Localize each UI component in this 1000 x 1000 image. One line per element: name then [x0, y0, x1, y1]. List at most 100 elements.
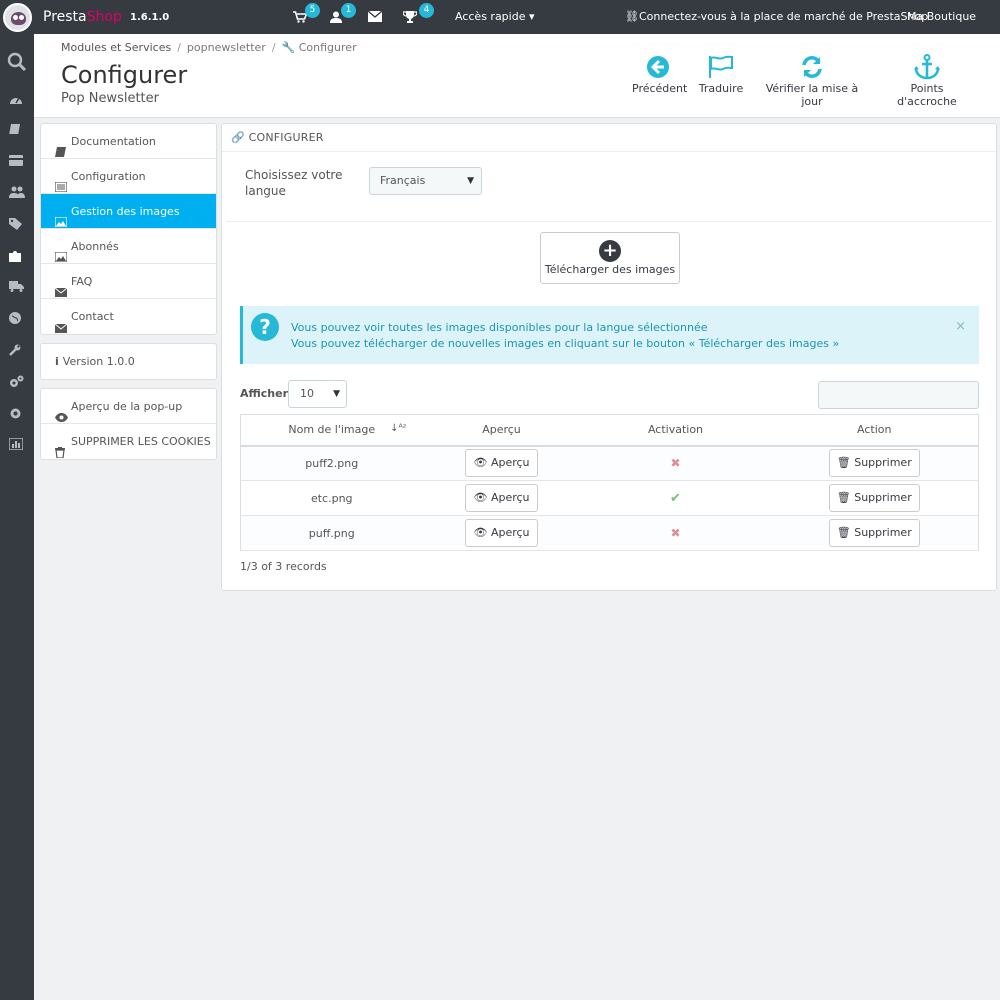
envelope-icon: [54, 312, 68, 333]
menu-item-documentation[interactable]: Documentation: [41, 124, 216, 159]
info-line-1: Vous pouvez voir toutes les images dispo…: [291, 321, 708, 334]
orders-icon[interactable]: [9, 124, 25, 138]
image-name-cell: puff2.png: [240, 445, 423, 481]
column-header-preview: Aperçu: [422, 414, 581, 447]
eye-icon: 👁: [473, 491, 488, 504]
menu-item-popup-preview[interactable]: Aperçu de la pop-up: [41, 389, 216, 424]
wrench-icon: 🔧: [281, 41, 296, 54]
activation-cell: ✖: [580, 515, 771, 551]
table-row: puff2.png 👁 Aperçu ✖ 🗑 Supprimer: [240, 445, 979, 481]
upload-images-button[interactable]: + Télécharger des images: [540, 232, 680, 284]
breadcrumb: Modules et Services / popnewsletter / 🔧 Conf…: [61, 41, 357, 54]
action-cell: 🗑 Supprimer: [770, 445, 979, 481]
cogs-icon[interactable]: [9, 375, 25, 389]
translate-button[interactable]: Traduire: [698, 52, 744, 95]
customers-icon[interactable]: [9, 186, 25, 200]
side-menu-group-version: i Version 1.0.0: [40, 343, 217, 380]
search-icon[interactable]: [7, 52, 27, 72]
plus-circle-icon: +: [599, 240, 621, 262]
sort-alpha-icon[interactable]: ↓ᴬᶻ: [390, 423, 406, 434]
menu-item-delete-cookies[interactable]: SUPPRIMER LES COOKIES: [41, 424, 216, 459]
hooks-button[interactable]: Points d'accroche: [880, 52, 974, 108]
eye-icon: 👁: [473, 526, 488, 539]
marketplace-link[interactable]: ⛓Connectez-vous à la place de marché de …: [625, 10, 928, 23]
credit-card-icon[interactable]: [9, 155, 25, 169]
delete-button[interactable]: 🗑 Supprimer: [828, 519, 920, 547]
preview-cell: 👁 Aperçu: [422, 445, 581, 481]
shipping-truck-icon[interactable]: [9, 281, 25, 295]
stats-chart-icon[interactable]: [8, 437, 25, 452]
inactive-x-icon[interactable]: ✖: [670, 456, 680, 470]
active-check-icon[interactable]: ✔: [670, 491, 681, 506]
delete-button[interactable]: 🗑 Supprimer: [828, 484, 920, 512]
menu-item-faq[interactable]: FAQ: [41, 264, 216, 299]
activation-cell: ✔: [580, 480, 771, 516]
table-row: etc.png 👁 Aperçu ✔ 🗑 Supprimer: [240, 480, 979, 516]
column-header-name[interactable]: Nom de l'image ↓ᴬᶻ: [240, 414, 423, 447]
trophy-icon[interactable]: [402, 11, 418, 23]
info-line-2: Vous pouvez télécharger de nouvelles ima…: [291, 337, 840, 350]
trash-icon: 🗑: [836, 491, 851, 504]
menu-item-image-management[interactable]: Gestion des images: [41, 194, 216, 229]
inactive-x-icon[interactable]: ✖: [670, 526, 680, 540]
table-header-row: Nom de l'image ↓ᴬᶻ Aperçu Activation Acti…: [240, 414, 979, 447]
column-header-action: Action: [770, 414, 979, 447]
divider: [226, 221, 992, 222]
preview-button[interactable]: 👁 Aperçu: [465, 449, 538, 478]
delete-button[interactable]: 🗑 Supprimer: [828, 449, 920, 478]
table-search-input[interactable]: [818, 381, 979, 409]
quick-access-menu[interactable]: Accès rapide ▾: [455, 10, 535, 23]
modules-puzzle-icon[interactable]: [9, 249, 25, 263]
menu-item-subscribers[interactable]: Abonnés: [41, 229, 216, 264]
image-name-cell: puff.png: [240, 515, 423, 551]
table-row: puff.png 👁 Aperçu ✖ 🗑 Supprimer: [240, 515, 979, 551]
preview-cell: 👁 Aperçu: [422, 480, 581, 516]
trophy-badge: 4: [419, 3, 434, 18]
menu-item-configuration[interactable]: Configuration: [41, 159, 216, 194]
records-count: 1/3 of 3 records: [240, 560, 327, 573]
gear-icon[interactable]: [9, 407, 25, 421]
per-page-select[interactable]: 10 ▼: [288, 380, 347, 408]
configure-panel: 🔗 CONFIGURER Choisissez votre langue Fra…: [221, 123, 997, 591]
back-button[interactable]: Précédent: [632, 52, 687, 95]
language-select[interactable]: Français ▼: [369, 167, 482, 195]
globe-icon[interactable]: [9, 312, 25, 326]
dashboard-icon[interactable]: [9, 93, 25, 107]
breadcrumb-module[interactable]: popnewsletter: [187, 41, 266, 54]
link-icon: ⛓: [625, 10, 639, 23]
breadcrumb-configure: Configurer: [298, 41, 357, 54]
anchor-icon: [880, 52, 974, 82]
orders-badge: 5: [305, 3, 320, 18]
close-icon[interactable]: ×: [955, 319, 966, 334]
caret-down-icon: ▼: [333, 389, 340, 399]
page-header: Modules et Services / popnewsletter / 🔧 Conf…: [34, 34, 1000, 118]
question-circle-icon: ?: [251, 313, 279, 341]
back-circle-icon: [632, 52, 684, 82]
brand-name: PrestaShop: [43, 9, 122, 25]
wrench-icon[interactable]: [9, 344, 25, 358]
column-header-activation: Activation: [580, 414, 771, 447]
action-cell: 🗑 Supprimer: [770, 480, 979, 516]
prestashop-logo-icon[interactable]: [3, 3, 32, 32]
menu-item-contact[interactable]: Contact: [41, 299, 216, 334]
preview-button[interactable]: 👁 Aperçu: [465, 484, 538, 512]
envelope-icon: [54, 276, 68, 297]
eye-icon: [55, 401, 68, 422]
envelope-icon[interactable]: [367, 10, 383, 23]
images-table: Nom de l'image ↓ᴬᶻ Aperçu Activation Acti…: [240, 414, 979, 551]
image-name-cell: etc.png: [240, 480, 423, 516]
eye-icon: 👁: [473, 456, 488, 470]
side-menu-group-main: Documentation Configuration Gestion des …: [40, 123, 217, 335]
preview-button[interactable]: 👁 Aperçu: [465, 519, 538, 547]
version-info: i Version 1.0.0: [41, 344, 216, 379]
shop-name-link[interactable]: Ma Boutique: [907, 10, 976, 23]
caret-down-icon: ▾: [528, 10, 535, 23]
check-update-button[interactable]: Vérifier la mise à jour: [756, 52, 868, 108]
breadcrumb-modules[interactable]: Modules et Services: [61, 41, 171, 54]
trash-icon: [55, 437, 67, 459]
top-bar: PrestaShop 1.6.1.0 5 1 4 Accès rapide ▾ …: [0, 0, 1000, 34]
action-cell: 🗑 Supprimer: [770, 515, 979, 551]
link-icon: 🔗: [231, 131, 245, 144]
activation-cell: ✖: [580, 445, 771, 481]
tags-icon[interactable]: [9, 218, 25, 232]
